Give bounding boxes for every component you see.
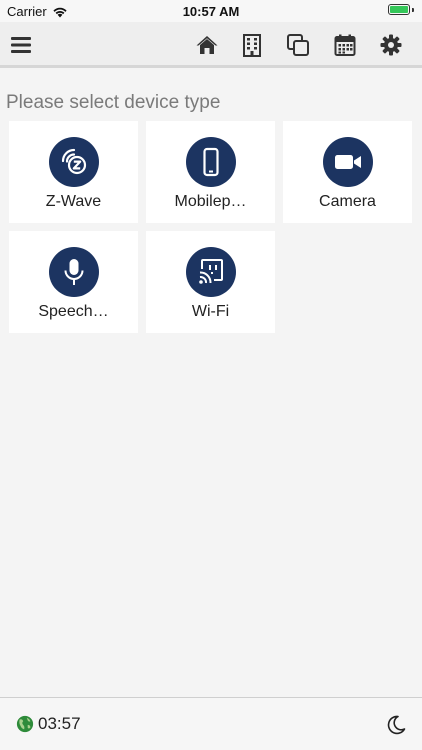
device-tile-speech[interactable]: Speech… <box>9 231 138 333</box>
status-bar: Carrier 10:57 AM <box>0 0 422 22</box>
microphone-icon <box>64 259 84 285</box>
battery-indicator <box>388 4 414 15</box>
home-button[interactable] <box>194 32 220 58</box>
moon-icon[interactable] <box>386 715 406 735</box>
home-icon <box>196 36 218 54</box>
wifi-plug-icon <box>199 259 223 284</box>
device-label: Speech… <box>38 303 109 320</box>
status-time: 10:57 AM <box>182 4 240 19</box>
device-icon-circle <box>49 247 99 297</box>
calendar-icon <box>334 34 356 56</box>
footer-time: 03:57 <box>38 714 81 733</box>
device-icon-circle <box>186 137 236 187</box>
globe-icon <box>16 715 34 733</box>
device-tile-zwave[interactable]: Z-Wave <box>9 121 138 223</box>
bottom-bar: 03:57 <box>0 697 422 750</box>
device-tile-wifi[interactable]: Wi-Fi <box>146 231 275 333</box>
battery-tip <box>412 7 414 12</box>
battery-fill <box>390 6 408 13</box>
settings-icon <box>380 34 402 56</box>
device-icon-circle <box>186 247 236 297</box>
device-icon-circle <box>49 137 99 187</box>
device-tile-mobilephone[interactable]: Mobilep… <box>146 121 275 223</box>
menu-button[interactable] <box>8 32 34 58</box>
page-heading: Please select device type <box>6 92 221 113</box>
settings-button[interactable] <box>378 32 404 58</box>
footer-clock: 03:57 <box>16 714 81 734</box>
device-type-grid: Z-Wave Mobilep… Camera Speech… Wi-Fi <box>9 121 413 333</box>
device-label: Z-Wave <box>45 193 102 210</box>
device-label: Wi-Fi <box>191 303 230 320</box>
menu-icon <box>11 37 31 53</box>
mobile-phone-icon <box>203 147 219 177</box>
zwave-icon <box>61 148 87 175</box>
calendar-button[interactable] <box>332 32 358 58</box>
building-button[interactable] <box>239 32 265 58</box>
top-toolbar <box>0 22 422 68</box>
device-icon-circle <box>323 137 373 187</box>
building-icon <box>243 34 261 57</box>
windows-button[interactable] <box>285 32 311 58</box>
battery-icon <box>388 4 410 15</box>
device-label: Mobilep… <box>174 193 247 210</box>
camera-icon <box>335 155 361 169</box>
device-label: Camera <box>319 193 376 210</box>
windows-icon <box>287 34 309 56</box>
device-tile-camera[interactable]: Camera <box>283 121 412 223</box>
